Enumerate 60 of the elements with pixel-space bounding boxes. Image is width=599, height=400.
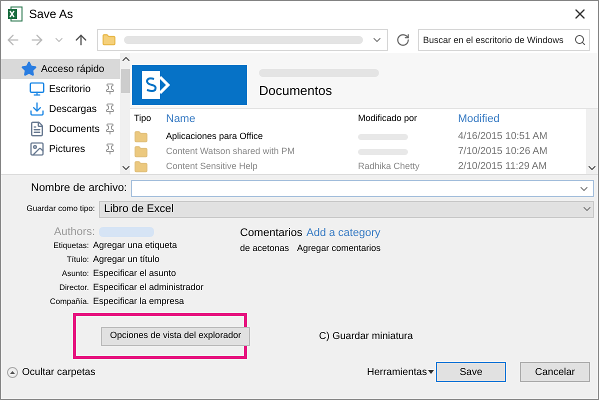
folder-icon: [134, 160, 148, 174]
field-label: Asunto:: [60, 268, 90, 280]
sidebar-item[interactable]: Pictures: [1, 139, 120, 159]
window-title: Save As: [29, 6, 74, 23]
property-value[interactable]: Especificar el asunto: [93, 267, 176, 281]
file-name[interactable]: Content Sensitive Help: [166, 160, 358, 174]
file-name[interactable]: Aplicaciones para Office: [166, 130, 358, 144]
folder-icon: [102, 33, 116, 47]
document-icon: [29, 121, 45, 137]
sidebar-item[interactable]: Descargas: [1, 99, 120, 119]
field-label: Nombre de archivo:: [30, 180, 128, 196]
add-category-link[interactable]: Add a category: [306, 225, 380, 242]
collapse-icon[interactable]: [7, 366, 18, 378]
desktop-icon: [29, 81, 45, 97]
property-value[interactable]: Agregar una etiqueta: [93, 239, 178, 253]
cancel-button[interactable]: Cancelar: [520, 362, 590, 382]
sidebar-item[interactable]: Documents: [1, 119, 120, 139]
spreadsheet-app-icon: [7, 6, 23, 22]
sidebar-item[interactable]: Escritorio: [1, 79, 120, 99]
save-button[interactable]: Save: [436, 362, 506, 382]
up-icon[interactable]: [73, 32, 89, 48]
save-type-dropdown[interactable]: Libro de Excel: [99, 200, 594, 218]
picture-icon: [29, 141, 45, 157]
field-label: de acetonas: [240, 242, 290, 254]
hide-folders-link[interactable]: Ocultar carpetas: [22, 364, 96, 380]
sidebar-item[interactable]: Acceso rápido: [1, 59, 120, 79]
field-label: Director.: [58, 282, 90, 294]
download-icon: [29, 101, 45, 117]
column-header[interactable]: Tipo: [134, 112, 166, 126]
thumbnail-option[interactable]: C) Guardar miniatura: [319, 328, 413, 344]
file-name-field[interactable]: [131, 180, 594, 196]
folder-icon: [134, 144, 148, 158]
property-value[interactable]: Especificar la empresa: [93, 295, 184, 309]
property-value[interactable]: Especificar el administrador: [93, 281, 204, 295]
scrollbar-thumb[interactable]: [120, 69, 131, 93]
search-field[interactable]: Buscar en el escritorio de Windows: [418, 29, 590, 51]
column-header[interactable]: Modificado por: [358, 112, 458, 126]
column-header[interactable]: Name: [166, 110, 358, 128]
modified-date: 2/10/2015 11:29 AM: [458, 160, 548, 174]
modified-by: Radhika Chetty: [358, 160, 421, 173]
field-label: Comentarios: [240, 226, 302, 241]
column-header[interactable]: Modified: [458, 110, 586, 128]
search-icon: [574, 34, 586, 46]
field-label: Authors:: [53, 224, 96, 240]
library-title: Documentos: [259, 82, 333, 100]
folder-icon: [134, 130, 148, 144]
modified-date: 7/10/2015 10:26 AM: [458, 145, 549, 159]
property-value[interactable]: Agregar un título: [93, 253, 160, 267]
modified-date: 4/16/2015 10:51 AM: [458, 130, 549, 144]
caret-icon: [428, 370, 434, 374]
tools-menu-button[interactable]: Herramientas: [366, 364, 434, 380]
field-label: Etiquetas:: [52, 240, 90, 252]
refresh-icon[interactable]: [396, 33, 410, 47]
comments-value[interactable]: Agregar comentarios: [297, 242, 381, 255]
field-label: Título:: [66, 254, 90, 266]
explorer-options-button[interactable]: Opciones de vista del explorador: [101, 326, 250, 346]
field-label: Guardar como tipo:: [26, 203, 96, 215]
star-icon: [21, 61, 37, 77]
author-name-blurred: [99, 227, 154, 237]
field-label: Compañía.: [48, 296, 90, 308]
